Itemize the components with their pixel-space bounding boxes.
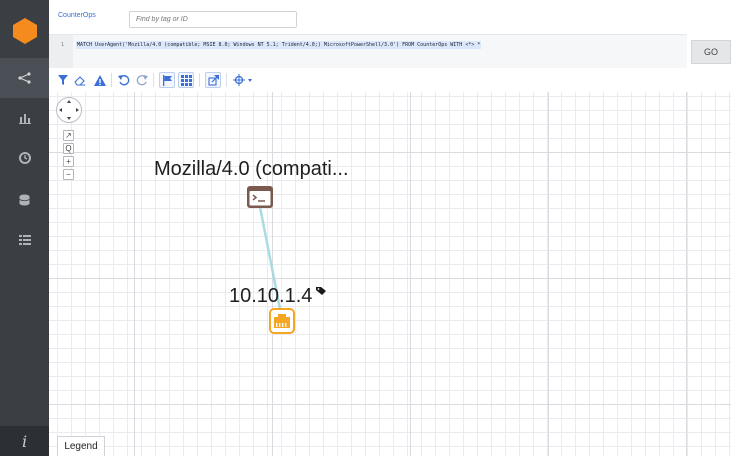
redo-icon: [136, 75, 148, 86]
export-icon: [207, 74, 219, 86]
sidebar: i: [0, 0, 49, 456]
legend-tab[interactable]: Legend: [57, 436, 105, 456]
grid-line: [49, 278, 731, 279]
flag-icon: [162, 74, 172, 86]
sidebar-item-history[interactable]: [0, 138, 49, 178]
query-editor[interactable]: 1 MATCH UserAgent('Mozilla/4.0 (compatib…: [49, 34, 687, 69]
pan-control[interactable]: [56, 97, 82, 123]
warning-icon: [94, 74, 106, 86]
info-icon: i: [21, 431, 28, 451]
grid-icon: [180, 74, 192, 86]
list-icon: [18, 235, 31, 245]
grid-line: [49, 404, 731, 405]
sidebar-item-graph[interactable]: [0, 58, 49, 98]
node-ip-address[interactable]: [269, 308, 295, 334]
toolbar-divider: [199, 73, 200, 87]
share-icon: [17, 72, 31, 84]
sidebar-item-database[interactable]: [0, 180, 49, 220]
node-label-user-agent[interactable]: Mozilla/4.0 (compati...: [154, 158, 349, 181]
grid-line: [272, 92, 273, 456]
database-selector[interactable]: CounterOps: [58, 12, 96, 19]
grid-line: [410, 92, 411, 456]
line-number: 1: [61, 42, 65, 48]
undo-icon: [118, 75, 130, 86]
zoom-in-button[interactable]: +: [63, 156, 74, 167]
toolbar-divider: [153, 73, 154, 87]
warning-button[interactable]: [93, 72, 107, 88]
query-text[interactable]: MATCH UserAgent('Mozilla/4.0 (compatible…: [76, 41, 482, 49]
layout-dropdown[interactable]: [232, 72, 254, 88]
go-button[interactable]: GO: [691, 40, 731, 64]
zoom-out-button[interactable]: −: [63, 169, 74, 180]
undo-button[interactable]: [117, 72, 131, 88]
filter-icon: [58, 75, 68, 85]
flag-button[interactable]: [159, 72, 175, 88]
hexagon-logo-icon: [12, 18, 37, 44]
terminal-icon: [247, 186, 273, 208]
eraser-icon: [74, 75, 85, 86]
sidebar-item-charts[interactable]: [0, 98, 49, 138]
layout-icon: [233, 74, 252, 86]
node-label-ip[interactable]: 10.10.1.4: [229, 285, 312, 308]
bar-chart-icon: [18, 114, 31, 124]
graph-toolbar: [49, 68, 731, 92]
grid-line: [49, 152, 731, 153]
query-header: CounterOps: [49, 0, 731, 34]
editor-gutter: 1: [49, 35, 73, 69]
redo-button[interactable]: [135, 72, 149, 88]
export-button[interactable]: [205, 72, 221, 88]
eraser-button[interactable]: [73, 72, 87, 88]
app-logo[interactable]: [0, 0, 49, 62]
grid-line: [134, 92, 135, 456]
clock-icon: [18, 152, 31, 164]
node-user-agent[interactable]: [247, 186, 273, 208]
tag-icon: [316, 287, 326, 295]
search-input[interactable]: [129, 11, 297, 28]
grid-line: [548, 92, 549, 456]
ip-address-text: 10.10.1.4: [229, 285, 313, 307]
graph-edge[interactable]: [49, 92, 731, 456]
database-icon: [19, 194, 30, 206]
graph-canvas[interactable]: ↗ Q + − Mozilla/4.0 (compati... 10.10.1.…: [49, 92, 731, 456]
ethernet-port-icon: [269, 308, 295, 334]
toolbar-divider: [111, 73, 112, 87]
grid-line: [686, 92, 687, 456]
grid-button[interactable]: [178, 72, 194, 88]
sidebar-item-list[interactable]: [0, 220, 49, 260]
zoom-search-button[interactable]: Q: [63, 143, 74, 154]
filter-button[interactable]: [57, 72, 69, 88]
fit-view-button[interactable]: ↗: [63, 130, 74, 141]
toolbar-divider: [226, 73, 227, 87]
pan-arrows-icon: [59, 100, 79, 120]
info-button[interactable]: i: [0, 426, 49, 456]
